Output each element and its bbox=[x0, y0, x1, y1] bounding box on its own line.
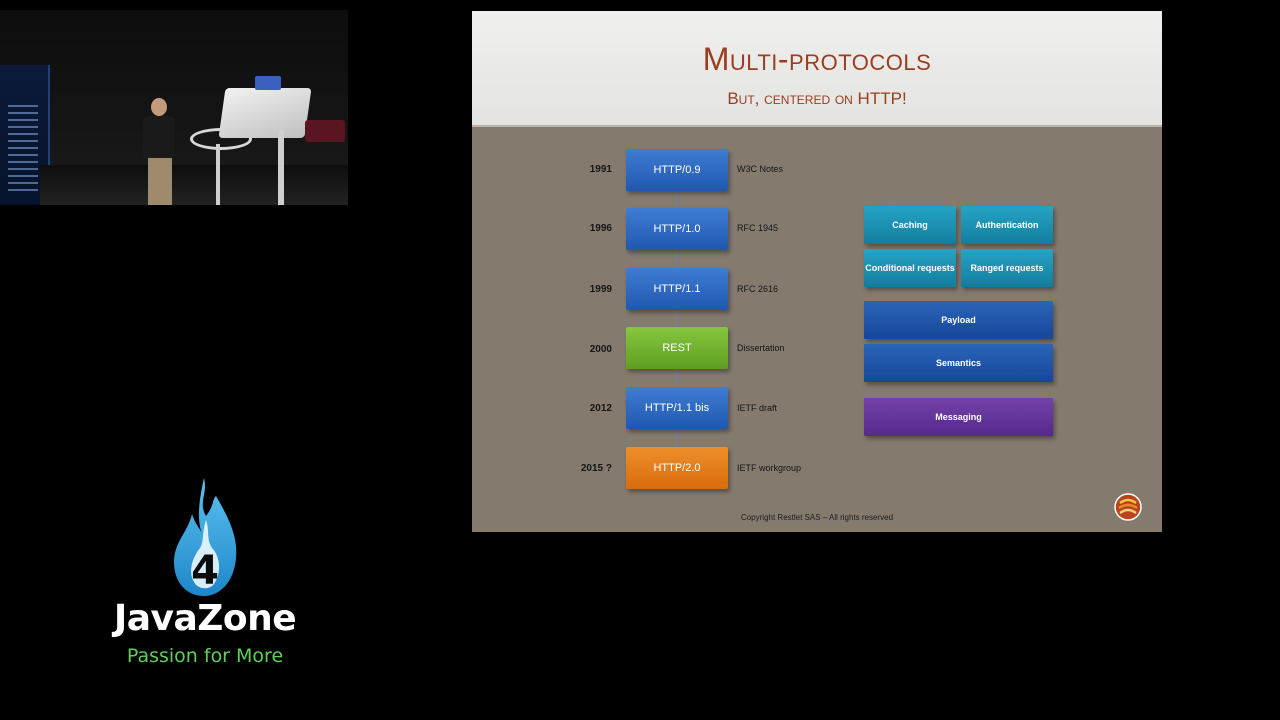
timeline-note: RFC 2616 bbox=[737, 284, 779, 294]
presentation-stage: 4 JavaZone Passion for More Multi-protoc… bbox=[0, 0, 1280, 720]
stack-authentication: Authentication bbox=[961, 206, 1053, 244]
slide-title: Multi-protocols bbox=[702, 41, 932, 77]
slide-header: Multi-protocols But, centered on HTTP! bbox=[472, 11, 1162, 127]
restlet-logo-icon bbox=[1114, 493, 1142, 521]
timeline-year: 1999 bbox=[589, 284, 612, 295]
stage-floor bbox=[40, 165, 348, 205]
timeline-year: 2012 bbox=[589, 403, 612, 414]
timeline-year: 2015 ? bbox=[580, 463, 612, 474]
timeline-box-http11: HTTP/1.1 bbox=[626, 268, 728, 310]
stack-conditional-requests: Conditional requests bbox=[864, 249, 956, 287]
timeline-note: W3C Notes bbox=[737, 164, 784, 174]
timeline-box-http09: HTTP/0.9 bbox=[626, 149, 728, 191]
stage-device bbox=[255, 76, 281, 90]
stack-payload: Payload bbox=[864, 301, 1053, 339]
timeline-note: Dissertation bbox=[737, 343, 785, 353]
timeline-note: IETF workgroup bbox=[737, 463, 802, 473]
stage-podium bbox=[218, 88, 312, 138]
presentation-slide: Multi-protocols But, centered on HTTP! 1… bbox=[472, 11, 1162, 532]
speaker-head bbox=[151, 98, 167, 116]
podium-stand bbox=[278, 130, 284, 205]
slide-subtitle: But, centered on HTTP! bbox=[727, 89, 907, 108]
timeline-note: RFC 1945 bbox=[737, 223, 779, 233]
timeline-box-http11bis: HTTP/1.1 bis bbox=[626, 387, 728, 429]
speaker-torso bbox=[143, 116, 175, 158]
speaker-video bbox=[0, 10, 348, 205]
stage-equipment bbox=[305, 120, 345, 142]
brand-name: JavaZone bbox=[113, 598, 297, 639]
stack-ranged-requests: Ranged requests bbox=[961, 249, 1053, 287]
timeline-box-rest: REST bbox=[626, 327, 728, 369]
speaker bbox=[140, 98, 180, 205]
slide-copyright: Copyright Restlet SAS – All rights reser… bbox=[740, 513, 894, 522]
timeline-year: 1991 bbox=[589, 164, 612, 175]
timeline-box-http20: HTTP/2.0 bbox=[626, 447, 728, 489]
stack-messaging: Messaging bbox=[864, 398, 1053, 436]
timeline-year: 2000 bbox=[589, 344, 612, 355]
badge-number: 4 bbox=[191, 548, 219, 594]
timeline-year: 1996 bbox=[589, 223, 612, 234]
stage-table-leg bbox=[216, 144, 220, 205]
stack-semantics: Semantics bbox=[864, 344, 1053, 382]
stack-caching: Caching bbox=[864, 206, 956, 244]
timeline-note: IETF draft bbox=[737, 403, 778, 413]
javazone-flame-icon: 4 bbox=[174, 478, 237, 596]
timeline-box-http10: HTTP/1.0 bbox=[626, 208, 728, 250]
brand-tagline: Passion for More bbox=[126, 645, 284, 667]
speaker-legs bbox=[148, 158, 172, 205]
